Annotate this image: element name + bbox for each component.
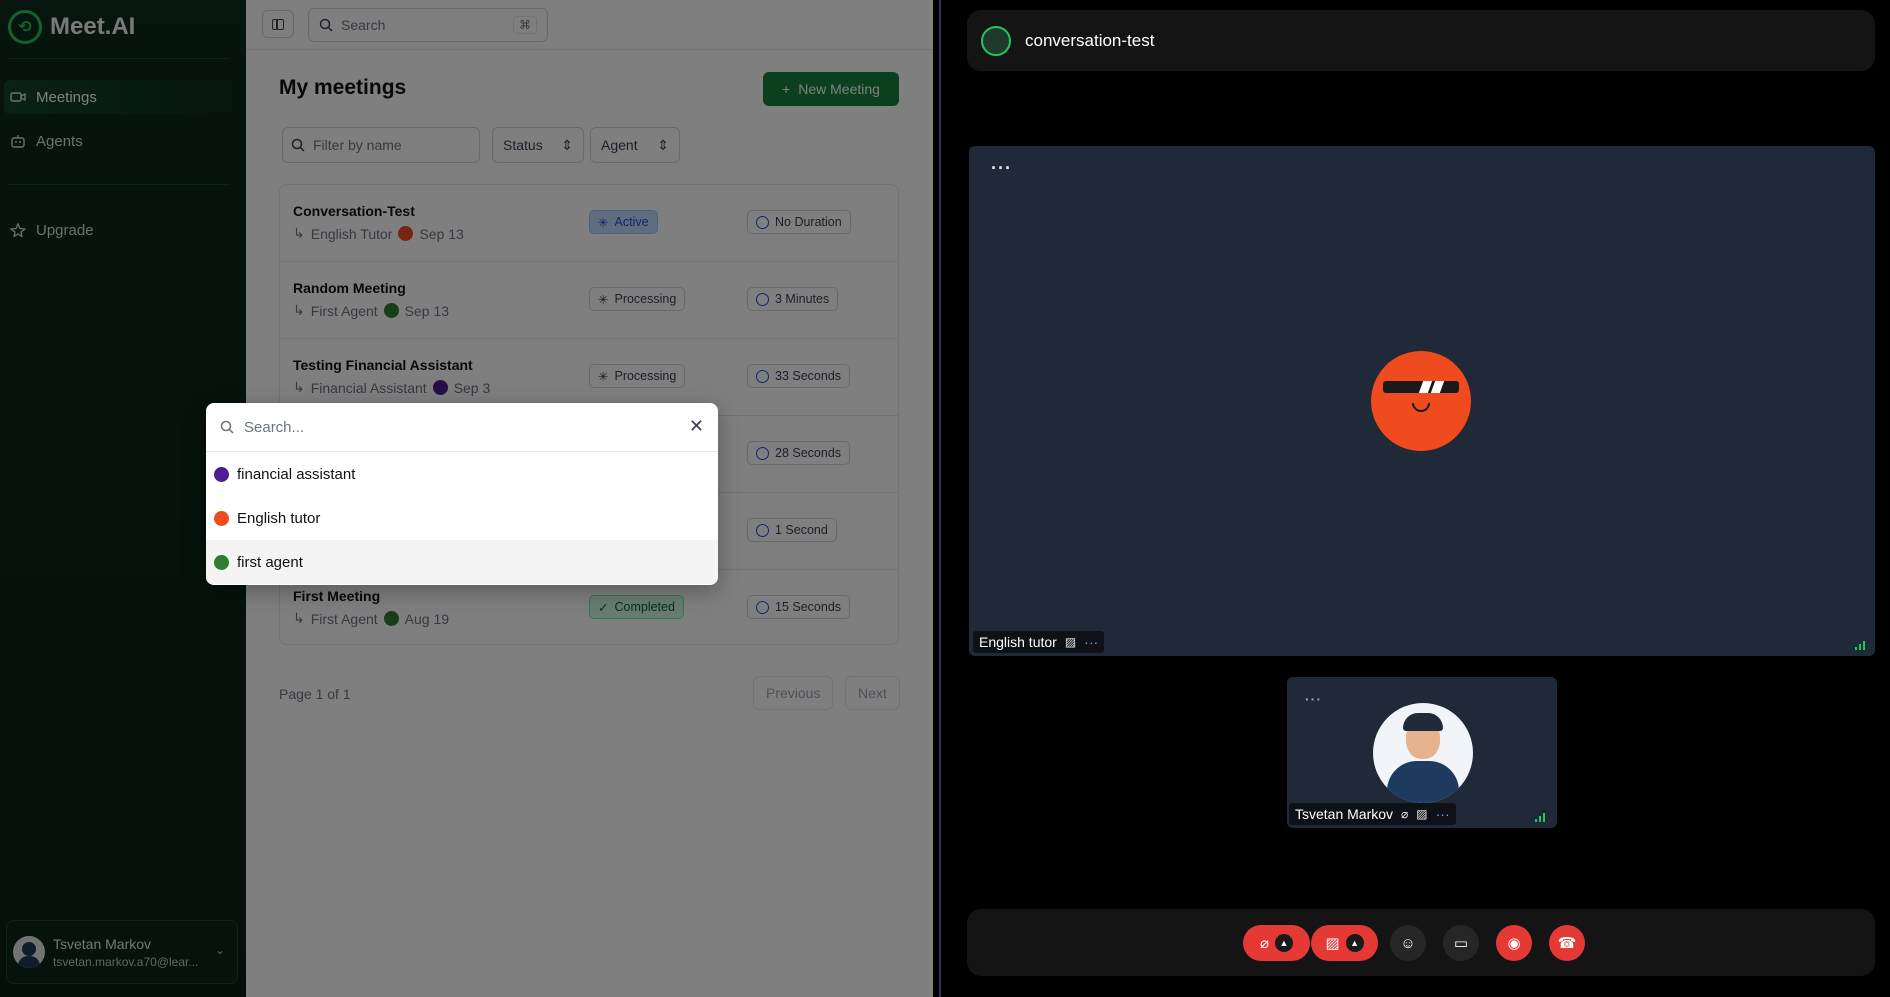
more-icon[interactable]: ··· <box>1305 691 1322 707</box>
participant-tile-self: ··· Tsvetan Markov ⌀ ▨ ··· <box>1287 677 1557 828</box>
agent-option[interactable]: financial assistant <box>206 452 718 496</box>
agent-filter-popup: Search... ✕ financial assistant English … <box>206 403 718 585</box>
camera-off-icon: ▨ <box>1064 635 1077 649</box>
signal-icon <box>1855 638 1869 650</box>
camera-toggle-button[interactable]: ▨ ▲ <box>1311 925 1378 961</box>
mic-off-icon: ⌀ <box>1259 935 1270 952</box>
signal-icon <box>1535 810 1549 822</box>
participant-name: English tutor <box>979 634 1057 650</box>
meetings-app: ⟲ Meet.AI Meetings Agents Upgrade Tsveta… <box>0 0 933 997</box>
hang-up-button[interactable]: ☎ <box>1549 925 1585 961</box>
mic-toggle-button[interactable]: ⌀ ▲ <box>1243 925 1310 961</box>
screen-share-button[interactable]: ▭ <box>1443 925 1479 961</box>
window-divider <box>939 0 941 997</box>
call-header: conversation-test <box>967 10 1875 71</box>
agent-search-placeholder: Search... <box>244 418 305 436</box>
agent-option-label: financial assistant <box>237 465 356 483</box>
agent-option-label: English tutor <box>237 509 321 527</box>
screen: ⟲ Meet.AI Meetings Agents Upgrade Tsveta… <box>0 0 1890 997</box>
chevron-up-icon[interactable]: ▲ <box>1345 934 1364 952</box>
participant-tile-agent: ··· English tutor ▨ ··· <box>969 146 1875 656</box>
more-icon[interactable]: ··· <box>991 158 1012 179</box>
record-icon: ◉ <box>1507 935 1521 952</box>
participant-name-tag: Tsvetan Markov ⌀ ▨ ··· <box>1289 803 1456 825</box>
phone-hang-up-icon: ☎ <box>1557 935 1577 952</box>
avatar-cap <box>1403 713 1443 731</box>
more-icon[interactable]: ··· <box>1436 806 1450 822</box>
camera-off-icon: ▨ <box>1325 935 1340 952</box>
agent-avatar <box>214 554 229 570</box>
call-window: conversation-test ··· English tutor ▨ ··… <box>944 0 1890 997</box>
call-controls: ⌀ ▲ ▨ ▲ ☺ ▭ ◉ ☎ <box>967 909 1875 976</box>
chevron-up-icon[interactable]: ▲ <box>1275 934 1294 952</box>
agent-option[interactable]: English tutor <box>206 496 718 540</box>
agent-option[interactable]: first agent <box>206 540 718 584</box>
agent-avatar <box>214 510 229 526</box>
agent-avatar <box>1371 351 1471 451</box>
agent-option-label: first agent <box>237 553 303 571</box>
screen-share-icon: ▭ <box>1453 935 1469 952</box>
logo-icon <box>981 25 1011 56</box>
emoji-icon: ☺ <box>1400 934 1416 952</box>
smile <box>1412 403 1430 412</box>
search-icon <box>220 420 234 434</box>
camera-off-icon: ▨ <box>1416 807 1428 821</box>
reaction-button[interactable]: ☺ <box>1390 925 1426 961</box>
avatar-body <box>1387 761 1459 803</box>
call-title: conversation-test <box>1025 30 1155 50</box>
more-icon[interactable]: ··· <box>1084 634 1098 650</box>
participant-name-tag: English tutor ▨ ··· <box>973 631 1105 653</box>
close-icon[interactable]: ✕ <box>689 416 704 437</box>
agent-search-input[interactable]: Search... ✕ <box>206 403 718 452</box>
participant-name: Tsvetan Markov <box>1295 806 1394 822</box>
agent-avatar <box>214 466 229 482</box>
mic-off-icon: ⌀ <box>1401 807 1409 821</box>
record-button[interactable]: ◉ <box>1496 925 1532 961</box>
avatar <box>1373 703 1473 803</box>
